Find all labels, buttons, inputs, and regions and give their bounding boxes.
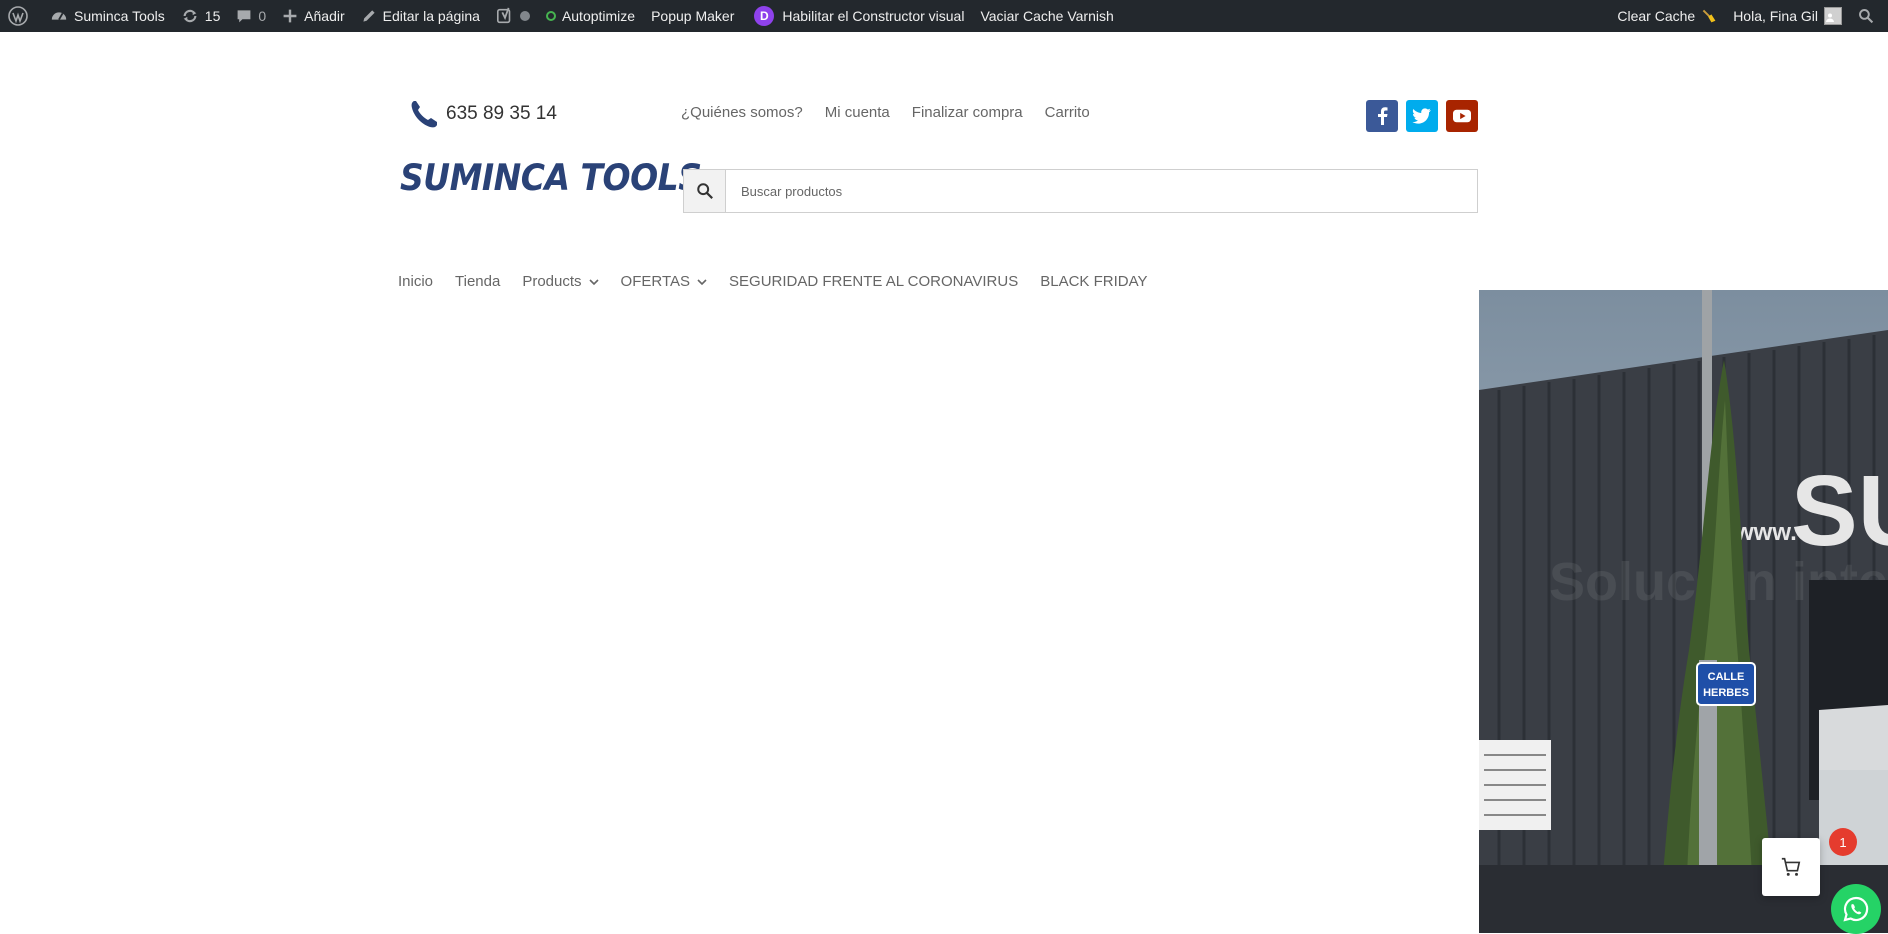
twitter-icon	[1412, 108, 1431, 124]
refresh-icon	[183, 9, 197, 23]
menu-item-label: OFERTAS	[620, 273, 691, 290]
comment-icon	[237, 10, 251, 23]
street-sign-line-1: CALLE	[1708, 671, 1745, 683]
menu-item-label: Products	[522, 273, 582, 290]
site-name-link[interactable]: Suminca Tools	[42, 0, 173, 32]
menu-item-label: BLACK FRIDAY	[1040, 273, 1148, 290]
secondary-nav: ¿Quiénes somos? Mi cuenta Finalizar comp…	[681, 104, 1090, 121]
nav-link-cart[interactable]: Carrito	[1045, 104, 1090, 121]
phone-number: 635 89 35 14	[446, 103, 557, 124]
visual-builder-label: Habilitar el Constructor visual	[782, 8, 965, 24]
chevron-down-icon	[588, 278, 599, 285]
facebook-icon	[1378, 107, 1388, 125]
clear-cache-link[interactable]: Clear Cache	[1609, 0, 1725, 32]
popup-maker-label: Popup Maker	[651, 8, 735, 24]
visual-builder-link[interactable]: D Habilitar el Constructor visual	[742, 0, 972, 32]
user-icon	[1826, 13, 1834, 22]
autoptimize-link[interactable]: Autoptimize	[538, 0, 643, 32]
yoast-icon	[496, 7, 511, 24]
main-menu: Inicio Tienda Products OFERTAS SEGURIDAD…	[398, 273, 1147, 290]
clear-cache-label: Clear Cache	[1617, 8, 1696, 24]
search-icon	[696, 183, 713, 199]
whatsapp-icon	[1843, 896, 1869, 922]
avatar	[1824, 7, 1842, 25]
photo-sign-text: SU	[1791, 455, 1888, 567]
updates-link[interactable]: 15	[173, 0, 229, 32]
menu-item-inicio[interactable]: Inicio	[398, 273, 433, 290]
search-icon	[1859, 9, 1874, 24]
whatsapp-button[interactable]	[1831, 884, 1881, 934]
add-new-link[interactable]: Añadir	[274, 0, 352, 32]
wordpress-icon	[8, 6, 28, 26]
nav-link-my-account[interactable]: Mi cuenta	[825, 104, 890, 121]
site-name-label: Suminca Tools	[74, 8, 165, 24]
seo-status-dot	[519, 11, 530, 21]
popup-maker-link[interactable]: Popup Maker	[643, 0, 742, 32]
site-logo[interactable]: SUMINCA TOOLS	[400, 156, 702, 199]
menu-item-label: Tienda	[455, 273, 501, 290]
cart-count-badge: 1	[1829, 828, 1857, 856]
social-icons	[1366, 100, 1478, 132]
dashboard-icon	[51, 12, 67, 21]
edit-page-label: Editar la página	[382, 8, 480, 24]
nav-link-about[interactable]: ¿Quiénes somos?	[681, 104, 803, 121]
twitter-button[interactable]	[1406, 100, 1438, 132]
admin-bar: Suminca Tools 15 0 Añadir Editar la pági…	[0, 0, 1888, 32]
admin-search-button[interactable]	[1850, 0, 1888, 32]
greeting-label: Hola, Fina Gil	[1733, 8, 1818, 24]
menu-item-ofertas[interactable]: OFERTAS	[621, 273, 707, 290]
phone-icon	[411, 101, 437, 128]
menu-item-coronavirus[interactable]: SEGURIDAD FRENTE AL CORONAVIRUS	[729, 273, 1018, 290]
youtube-button[interactable]	[1446, 100, 1478, 132]
menu-item-black-friday[interactable]: BLACK FRIDAY	[1040, 273, 1147, 290]
plus-icon	[283, 9, 297, 23]
comments-count: 0	[258, 8, 267, 24]
street-sign-line-2: HERBES	[1703, 687, 1749, 699]
hero-photo: www. SU Solución integral CALLE HERBES	[1479, 290, 1888, 933]
chevron-down-icon	[697, 278, 707, 285]
yoast-seo-link[interactable]	[488, 0, 538, 32]
comments-link[interactable]: 0	[228, 0, 274, 32]
account-menu[interactable]: Hola, Fina Gil	[1725, 0, 1850, 32]
edit-page-link[interactable]: Editar la página	[353, 0, 488, 32]
youtube-icon	[1453, 109, 1471, 123]
varnish-cache-link[interactable]: Vaciar Cache Varnish	[972, 0, 1121, 32]
photo-web-prefix: www.	[1734, 519, 1797, 546]
search-submit-button[interactable]	[684, 170, 726, 212]
product-search-form	[683, 169, 1478, 213]
menu-item-tienda[interactable]: Tienda	[455, 273, 500, 290]
building-photo-illustration: www. SU Solución integral CALLE HERBES	[1479, 290, 1888, 933]
product-search-input[interactable]	[726, 170, 1477, 212]
pencil-icon	[363, 10, 375, 22]
updates-count: 15	[204, 8, 221, 24]
facebook-button[interactable]	[1366, 100, 1398, 132]
autoptimize-label: Autoptimize	[561, 8, 636, 24]
menu-item-label: SEGURIDAD FRENTE AL CORONAVIRUS	[729, 273, 1019, 290]
add-new-label: Añadir	[304, 8, 345, 24]
divi-icon: D	[754, 6, 775, 26]
wordpress-logo-button[interactable]	[0, 0, 42, 32]
phone-contact[interactable]: 635 89 35 14	[408, 98, 557, 130]
menu-item-label: Inicio	[398, 273, 434, 290]
menu-item-products[interactable]: Products	[522, 273, 599, 290]
varnish-cache-label: Vaciar Cache Varnish	[980, 8, 1114, 24]
autoptimize-status-icon	[545, 11, 556, 21]
nav-link-checkout[interactable]: Finalizar compra	[912, 104, 1023, 121]
floating-cart-button[interactable]	[1762, 838, 1820, 896]
broom-icon	[1702, 9, 1716, 23]
cart-icon	[1781, 857, 1801, 876]
